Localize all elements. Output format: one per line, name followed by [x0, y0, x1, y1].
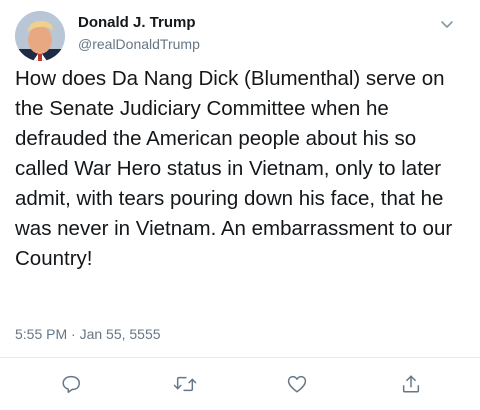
tweet-timestamp[interactable]: 5:55 PM · Jan 55, 5555 — [15, 326, 161, 342]
author-handle[interactable]: @realDonaldTrump — [78, 36, 200, 52]
heart-icon — [286, 373, 308, 395]
chevron-down-icon[interactable] — [437, 14, 457, 34]
divider — [0, 357, 480, 358]
share-button[interactable] — [398, 371, 424, 397]
share-icon — [400, 373, 422, 395]
author-display-name[interactable]: Donald J. Trump — [78, 14, 196, 31]
reply-button[interactable] — [58, 371, 84, 397]
tweet-card: Donald J. Trump @realDonaldTrump How doe… — [0, 0, 480, 410]
like-button[interactable] — [284, 371, 310, 397]
reply-icon — [60, 373, 82, 395]
retweet-button[interactable] — [172, 371, 198, 397]
tweet-text: How does Da Nang Dick (Blumenthal) serve… — [15, 67, 453, 270]
retweet-icon — [173, 373, 197, 395]
avatar[interactable] — [15, 11, 65, 61]
